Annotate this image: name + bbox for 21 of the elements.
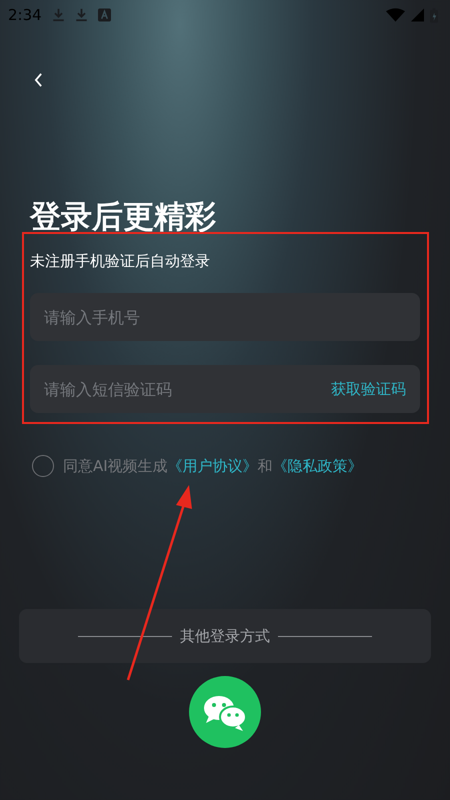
clock-time: 2:34 <box>8 6 42 24</box>
page-title: 登录后更精彩 <box>30 198 217 237</box>
download-icon <box>74 8 88 22</box>
back-icon[interactable] <box>34 73 43 87</box>
other-login-button[interactable]: 其他登录方式 <box>19 609 431 663</box>
policy-link[interactable]: 《用户协议》 <box>168 456 258 474</box>
subtitle-text: 未注册手机验证后自动登录 <box>30 252 211 271</box>
battery-icon <box>430 8 438 22</box>
get-code-button[interactable]: 获取验证码 <box>331 380 406 398</box>
chat-bubbles-icon[interactable] <box>189 676 261 748</box>
wifi-icon <box>386 8 405 22</box>
policy-link[interactable]: 《隐私政策》 <box>272 456 363 474</box>
text-input[interactable]: 请输入短信验证码 <box>42 378 331 400</box>
agree-checkbox[interactable] <box>32 455 54 477</box>
text-input[interactable]: 请输入手机号 <box>42 306 406 328</box>
signal-icon <box>411 8 424 22</box>
input-field[interactable]: 请输入短信验证码 获取验证码 <box>30 365 420 413</box>
download-icon <box>52 8 65 22</box>
agreement-text: 同意AI视频生成《用户协议》和《隐私政策》 <box>63 456 363 476</box>
keyboard-app-icon <box>98 8 111 22</box>
input-field[interactable]: 请输入手机号 <box>30 293 420 341</box>
